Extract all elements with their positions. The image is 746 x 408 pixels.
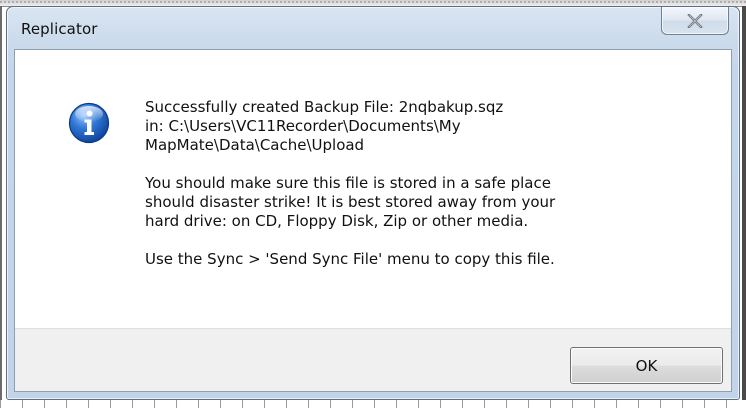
window-title: Replicator: [21, 20, 98, 38]
background-window-strip-bottom: [0, 400, 746, 408]
ok-button[interactable]: OK: [570, 347, 723, 384]
dialog-client-area: Successfully created Backup File: 2nqbak…: [14, 49, 732, 392]
message-safety-advice: You should make sure this file is stored…: [145, 174, 556, 230]
replicator-dialog: Replicator Successfully created Backup F…: [6, 6, 740, 400]
info-icon: [68, 102, 110, 144]
message-area: Successfully created Backup File: 2nqbak…: [15, 50, 731, 328]
dialog-button-bar: OK: [15, 328, 731, 391]
close-button[interactable]: [661, 7, 729, 35]
background-window-edge-right: [742, 6, 746, 402]
close-icon: [687, 13, 703, 28]
message-backup-path: Successfully created Backup File: 2nqbak…: [145, 98, 504, 154]
message-sync-hint: Use the Sync > 'Send Sync File' menu to …: [145, 250, 555, 268]
background-window-edge-left: [0, 6, 2, 402]
dialog-message: Successfully created Backup File: 2nqbak…: [145, 98, 705, 288]
